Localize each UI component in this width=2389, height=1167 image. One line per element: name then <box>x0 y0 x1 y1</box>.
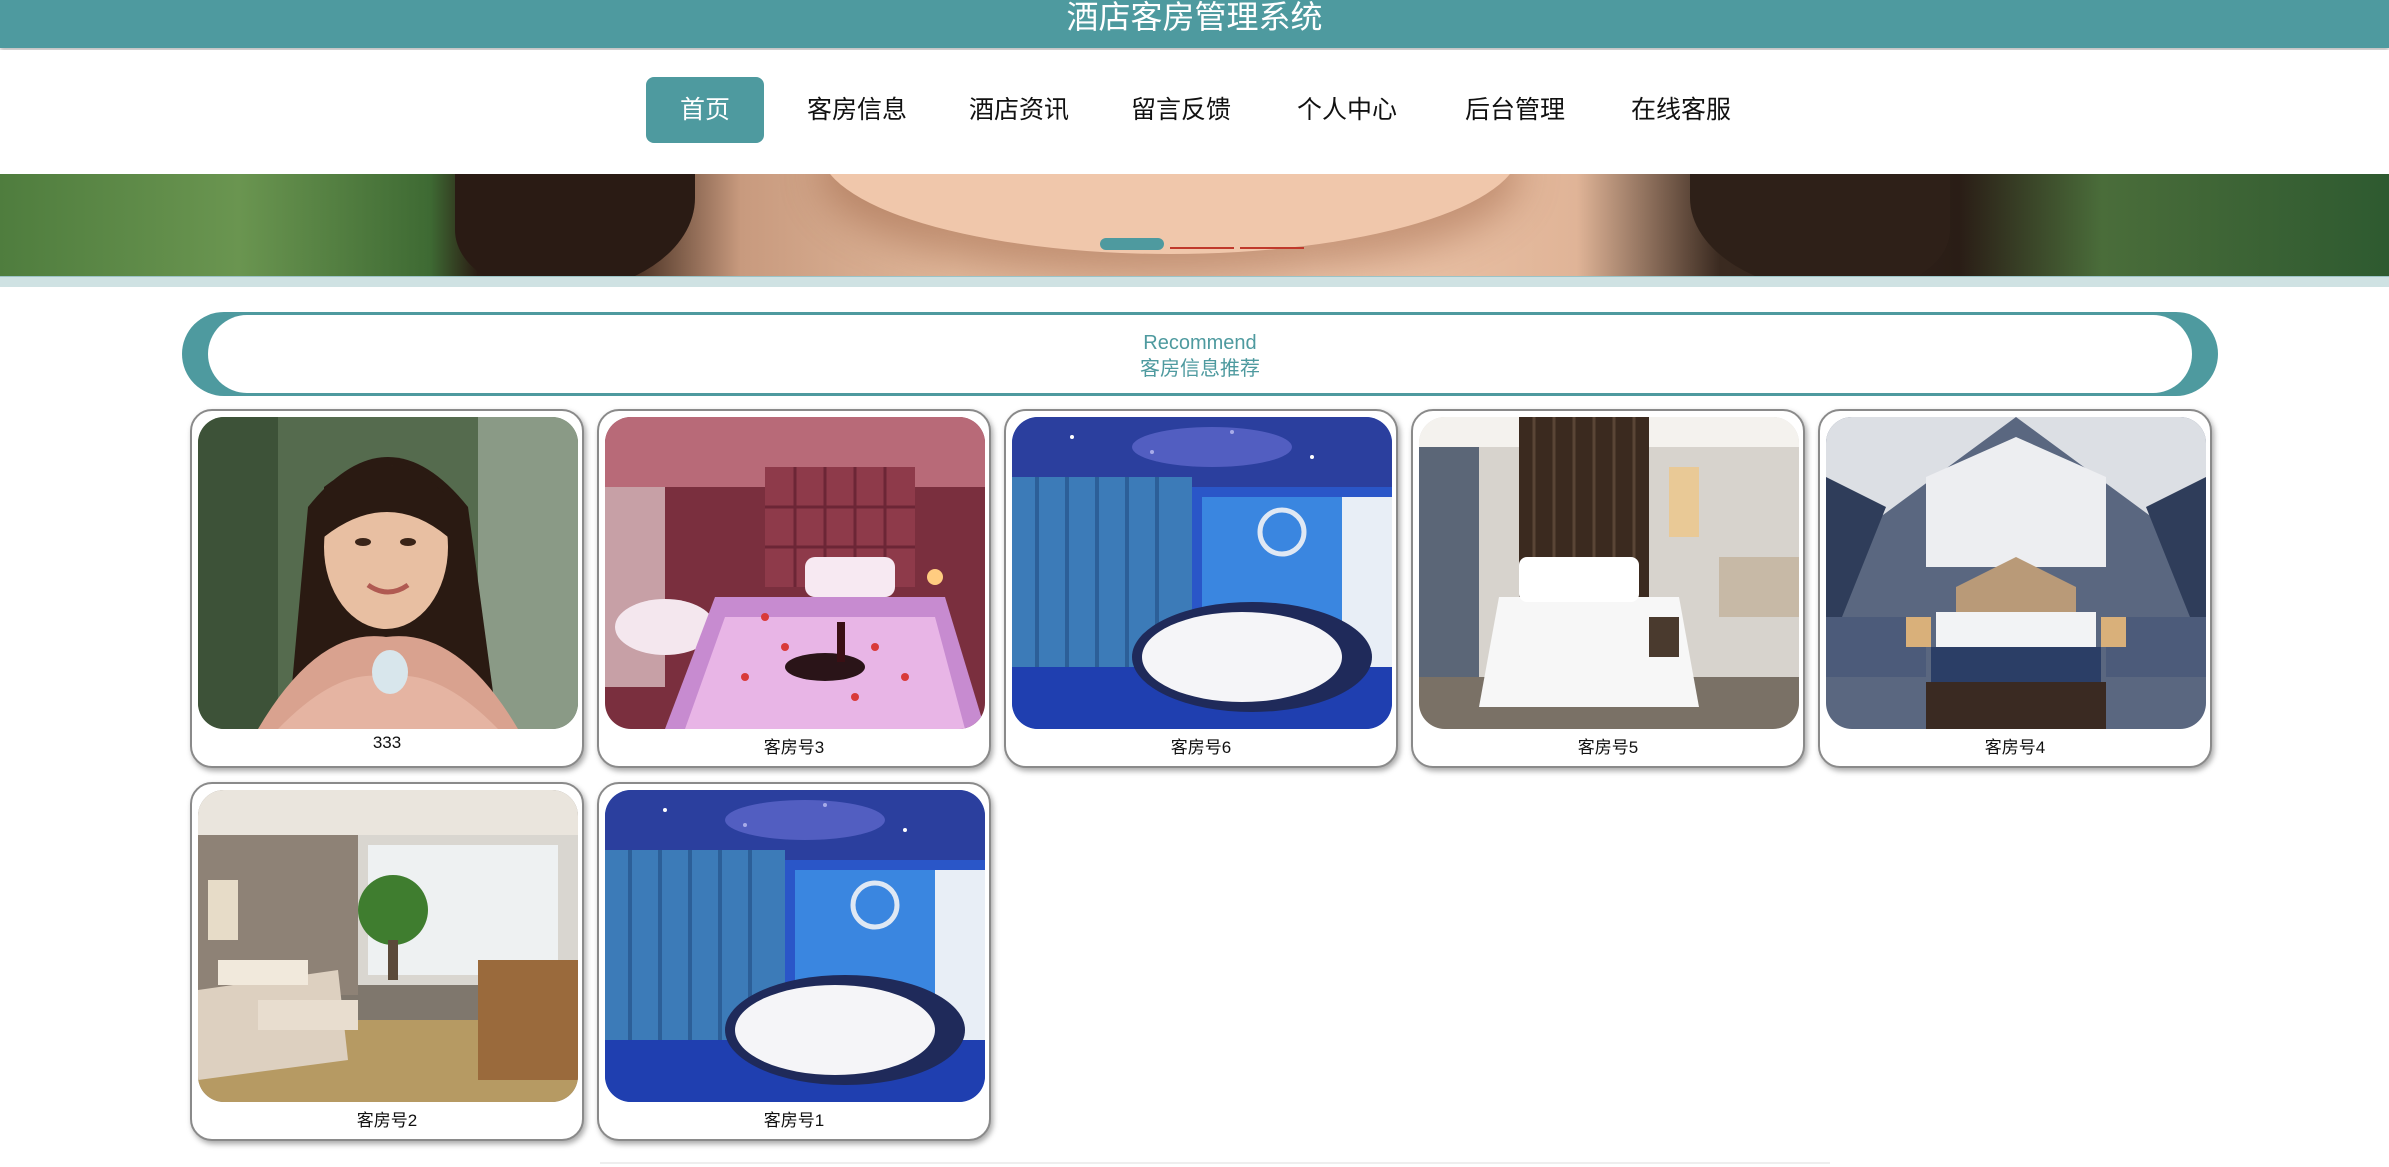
room-card[interactable]: 客房号2 <box>190 782 584 1141</box>
room-card[interactable]: 客房号5 <box>1411 409 1805 768</box>
nav-room-info[interactable]: 客房信息 <box>794 77 920 143</box>
room-card-label: 客房号2 <box>356 1111 418 1130</box>
carousel-dot-2[interactable] <box>1170 247 1234 249</box>
section-title-en: Recommend <box>1143 332 1257 354</box>
banner-image-hair-left <box>455 174 695 276</box>
recommend-header-inner: Recommend 客房信息推荐 <box>208 315 2192 393</box>
carousel-dot-3[interactable] <box>1240 247 1304 249</box>
room-card-label: 客房号5 <box>1577 738 1639 757</box>
room-card-image[interactable] <box>605 417 985 729</box>
room-card-image[interactable] <box>1012 417 1392 729</box>
room-card-label: 客房号1 <box>763 1111 825 1130</box>
nav-admin[interactable]: 后台管理 <box>1452 77 1578 143</box>
nav-online-service[interactable]: 在线客服 <box>1618 77 1744 143</box>
room-card-label: 客房号3 <box>763 738 825 757</box>
banner-image-hair-right <box>1690 174 1950 276</box>
section-title-cn: 客房信息推荐 <box>1140 358 1260 380</box>
room-card-label: 客房号6 <box>1170 738 1232 757</box>
nav-home[interactable]: 首页 <box>646 77 764 143</box>
main-nav: 首页 客房信息 酒店资讯 留言反馈 个人中心 后台管理 在线客服 <box>0 50 2389 174</box>
carousel-dot-1[interactable] <box>1100 238 1164 250</box>
recommend-section-header: Recommend 客房信息推荐 <box>182 312 2218 396</box>
room-card[interactable]: 客房号4 <box>1818 409 2212 768</box>
room-card-label: 客房号4 <box>1984 738 2046 757</box>
room-card-image[interactable] <box>1419 417 1799 729</box>
banner-divider <box>0 276 2389 287</box>
room-card[interactable]: 客房号1 <box>597 782 991 1141</box>
room-card[interactable]: 客房号3 <box>597 409 991 768</box>
footer-divider <box>600 1162 1830 1164</box>
room-card[interactable]: 客房号6 <box>1004 409 1398 768</box>
nav-hotel-news[interactable]: 酒店资讯 <box>956 77 1082 143</box>
room-card[interactable]: 333 <box>190 409 584 768</box>
app-title-bar: 酒店客房管理系统 <box>0 0 2389 48</box>
room-card-image[interactable] <box>1826 417 2206 729</box>
app-title: 酒店客房管理系统 <box>1066 0 1323 35</box>
room-card-image[interactable] <box>605 790 985 1102</box>
banner-carousel[interactable] <box>0 174 2389 276</box>
nav-personal-center[interactable]: 个人中心 <box>1284 77 1410 143</box>
nav-feedback[interactable]: 留言反馈 <box>1118 77 1244 143</box>
room-card-label: 333 <box>372 733 402 752</box>
banner-image-face <box>820 174 1520 254</box>
room-card-image[interactable] <box>198 790 578 1102</box>
room-card-image[interactable] <box>198 417 578 729</box>
